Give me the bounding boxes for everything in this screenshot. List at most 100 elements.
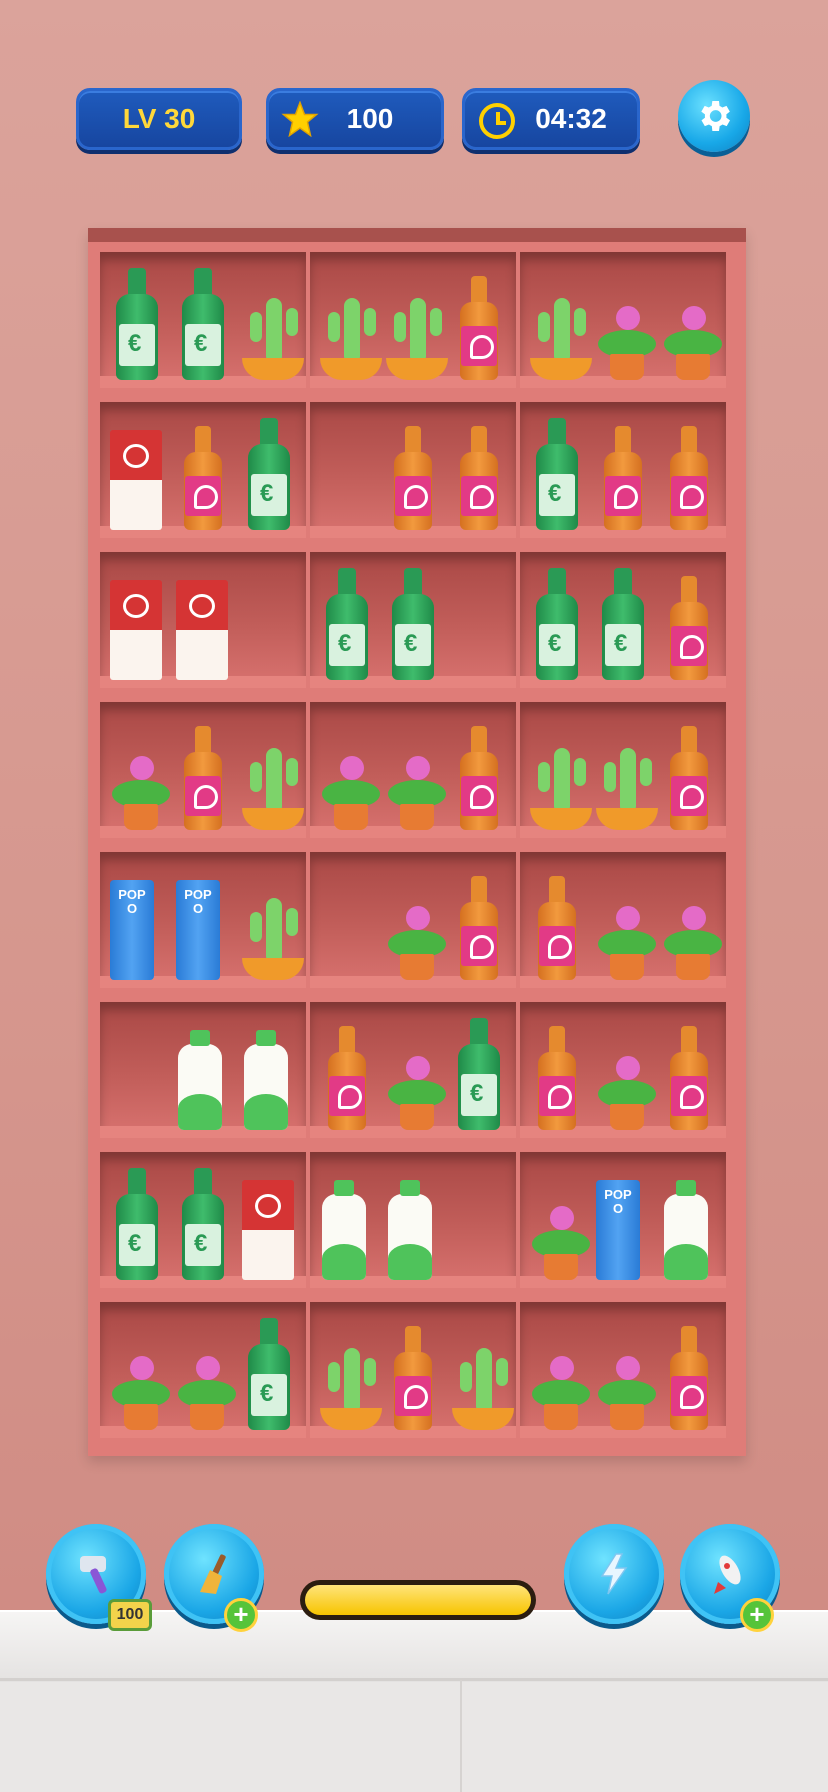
flower-item[interactable] [386,740,448,830]
flower-item[interactable] [176,1340,238,1430]
flower-item[interactable] [662,890,724,980]
rocket-add-button[interactable]: + [740,1598,774,1632]
flower-item[interactable] [386,890,448,980]
green-bottle-item[interactable] [110,1168,164,1280]
timer-value: 04:32 [535,103,607,134]
orange-bottle-item[interactable] [452,426,506,530]
orange-bottle-item[interactable] [176,726,230,830]
cactus-item[interactable] [530,740,592,830]
level-indicator: LV 30 [76,88,242,150]
shelf-compartment [310,402,516,538]
flower-item[interactable] [596,290,658,380]
popo-can-item[interactable]: POPO [596,1180,640,1280]
milk-bottle-item[interactable] [320,1180,368,1280]
floor [0,1610,828,1792]
gear-icon [701,101,730,131]
cactus-item[interactable] [320,1340,382,1430]
juice-carton-item[interactable] [176,580,228,680]
green-bottle-item[interactable] [596,568,650,680]
shelf-compartment [520,402,726,538]
orange-bottle-item[interactable] [662,1326,716,1430]
green-bottle-item[interactable] [530,418,584,530]
star-count: 100 [346,103,394,134]
orange-bottle-item[interactable] [530,876,584,980]
popo-can-item[interactable]: POPO [176,880,220,980]
green-bottle-item[interactable] [242,418,296,530]
cactus-item[interactable] [386,290,448,380]
flower-item[interactable] [320,740,382,830]
cactus-item[interactable] [452,1340,514,1430]
shelf-compartment [310,552,516,688]
can-label: POPO [184,887,212,916]
shelf-compartment [520,1302,726,1438]
shelf-compartment [310,702,516,838]
progress-bar [300,1580,536,1620]
shelf-compartment [520,702,726,838]
cactus-item[interactable] [242,740,304,830]
green-bottle-item[interactable] [386,568,440,680]
shelf-compartment [310,1002,516,1138]
flower-item[interactable] [530,1340,592,1430]
orange-bottle-item[interactable] [662,1026,716,1130]
cactus-item[interactable] [242,290,304,380]
broom-add-button[interactable]: + [224,1598,258,1632]
flower-item[interactable] [110,740,172,830]
shelf-compartment [520,852,726,988]
star-counter: 100 [266,88,444,150]
shelf-compartment [520,252,726,388]
flower-item[interactable] [530,1190,592,1280]
juice-carton-item[interactable] [110,430,162,530]
orange-bottle-item[interactable] [662,726,716,830]
flower-item[interactable] [662,290,724,380]
hammer-count-badge: 100 [108,1599,152,1631]
green-bottle-item[interactable] [530,568,584,680]
can-label: POPO [118,887,146,916]
green-bottle-item[interactable] [320,568,374,680]
timer: 04:32 [462,88,640,150]
green-bottle-item[interactable] [452,1018,506,1130]
shelf-compartment [100,1152,306,1288]
shelf-compartment [100,1002,306,1138]
orange-bottle-item[interactable] [530,1026,584,1130]
green-bottle-item[interactable] [110,268,164,380]
orange-bottle-item[interactable] [662,426,716,530]
green-bottle-item[interactable] [176,268,230,380]
orange-bottle-item[interactable] [452,876,506,980]
orange-bottle-item[interactable] [386,426,440,530]
orange-bottle-item[interactable] [320,1026,374,1130]
shelf-compartment [310,852,516,988]
orange-bottle-item[interactable] [452,726,506,830]
juice-carton-item[interactable] [110,580,162,680]
milk-bottle-item[interactable] [662,1180,710,1280]
milk-bottle-item[interactable] [242,1030,290,1130]
level-label: LV 30 [122,103,196,134]
juice-carton-item[interactable] [242,1180,294,1280]
shelf-compartment: POPO [520,1152,726,1288]
popo-can-item[interactable]: POPO [110,880,154,980]
flower-item[interactable] [596,1040,658,1130]
progress-fill [305,1585,531,1615]
green-bottle-item[interactable] [242,1318,296,1430]
milk-bottle-item[interactable] [176,1030,224,1130]
settings-button[interactable] [678,80,750,152]
orange-bottle-item[interactable] [596,426,650,530]
milk-bottle-item[interactable] [386,1180,434,1280]
flower-item[interactable] [386,1040,448,1130]
freeze-booster-button[interactable] [564,1524,664,1624]
flower-item[interactable] [596,890,658,980]
orange-bottle-item[interactable] [386,1326,440,1430]
cactus-item[interactable] [530,290,592,380]
flower-item[interactable] [596,1340,658,1430]
flower-item[interactable] [110,1340,172,1430]
cactus-item[interactable] [596,740,658,830]
orange-bottle-item[interactable] [662,576,716,680]
shelf-compartment [310,1152,516,1288]
cactus-item[interactable] [242,890,304,980]
green-bottle-item[interactable] [176,1168,230,1280]
cactus-item[interactable] [320,290,382,380]
shelf-compartment [520,552,726,688]
lightning-icon [600,1553,628,1595]
orange-bottle-item[interactable] [452,276,506,380]
shelf-compartment [520,1002,726,1138]
orange-bottle-item[interactable] [176,426,230,530]
